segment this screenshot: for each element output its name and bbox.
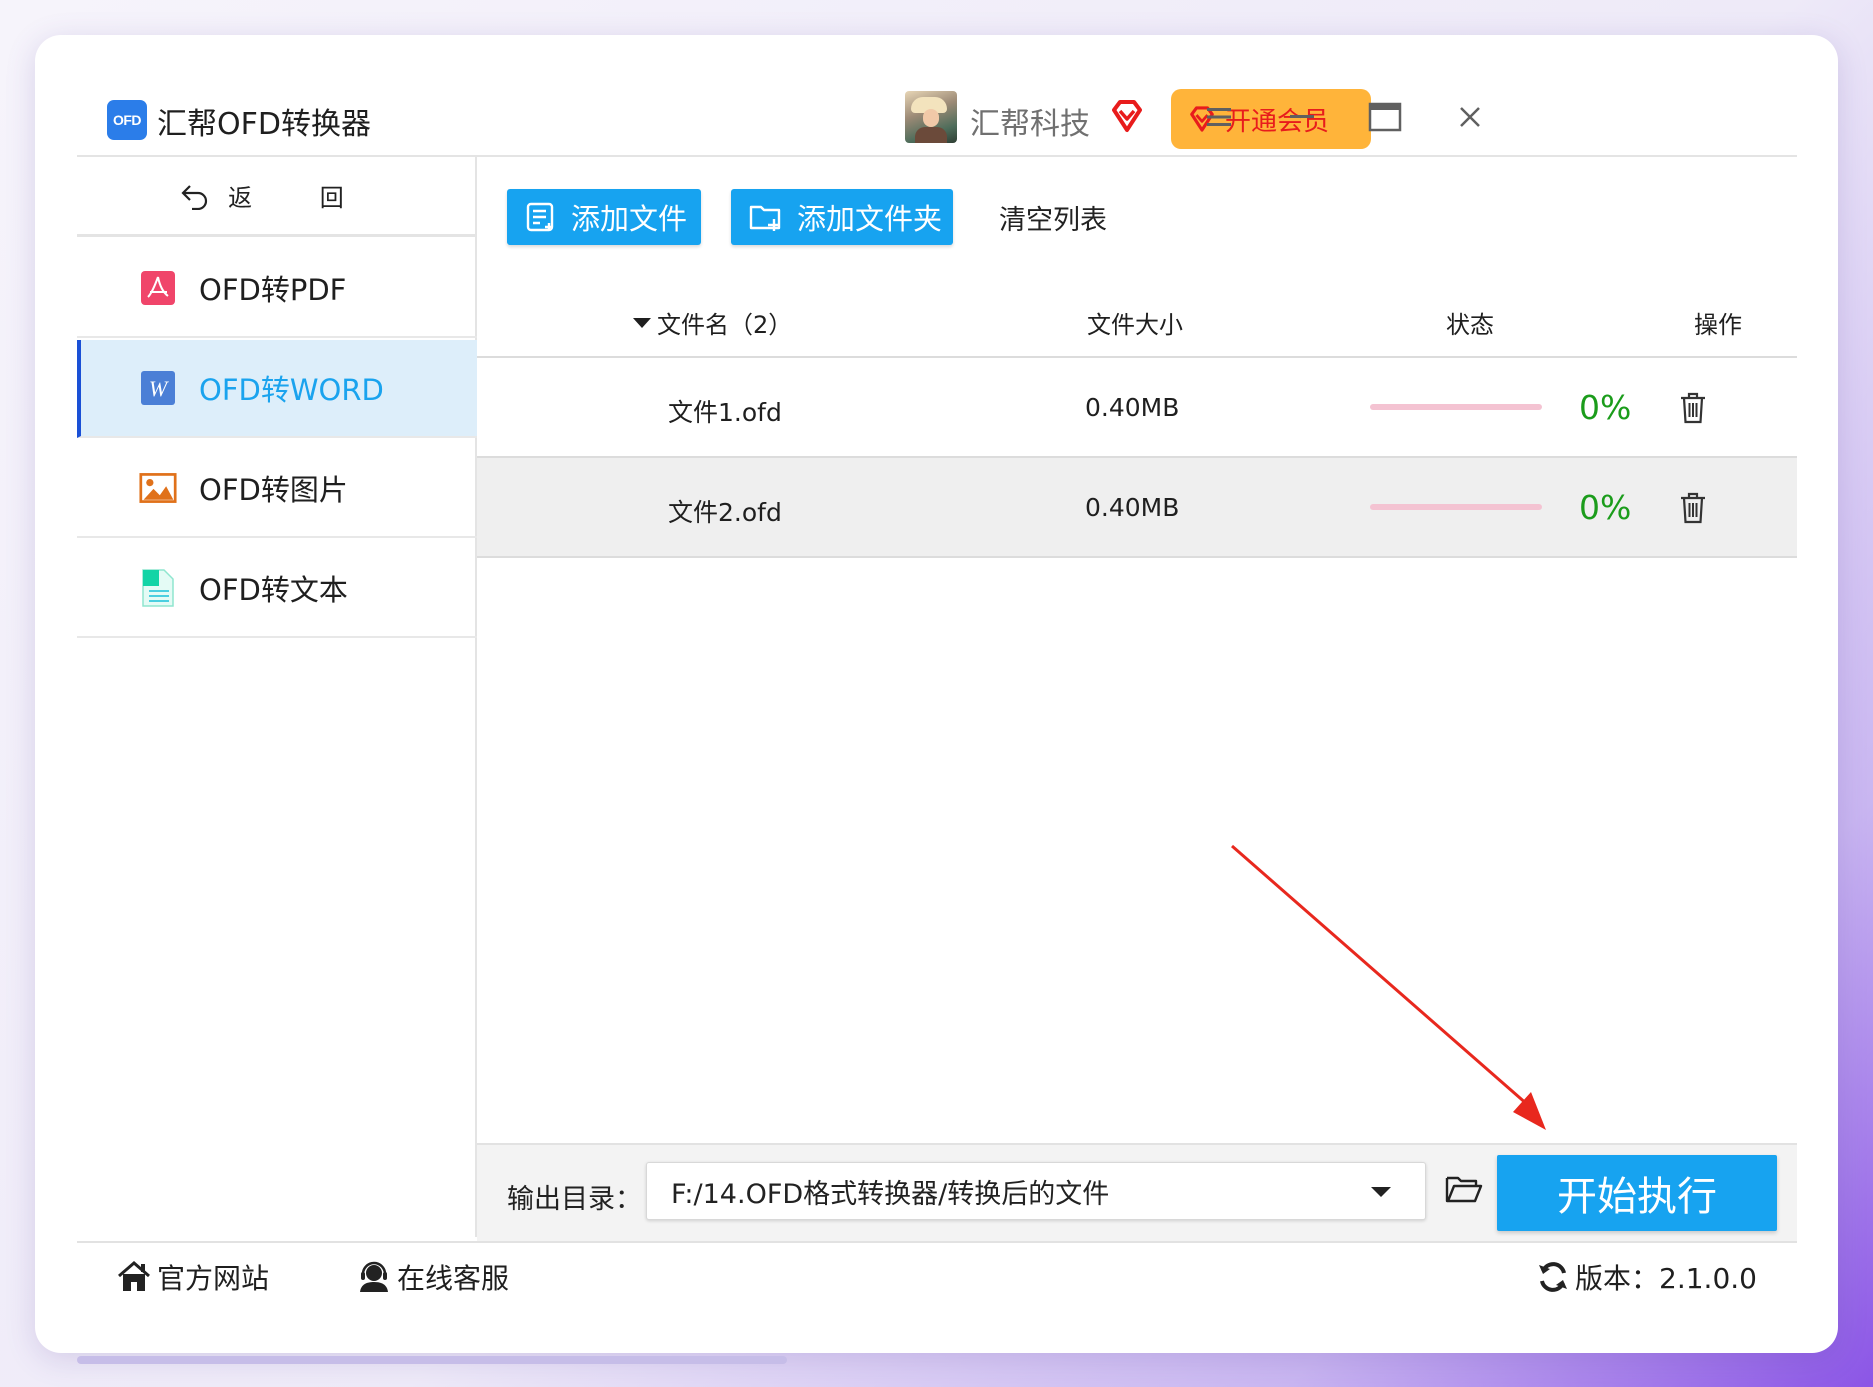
add-file-button[interactable]: 添加文件 (507, 189, 701, 245)
column-header-status: 状态 (1446, 311, 1494, 339)
text-doc-icon (139, 569, 177, 607)
add-folder-label: 添加文件夹 (797, 204, 943, 236)
column-header-action: 操作 (1694, 311, 1742, 339)
progress-percent: 0% (1579, 488, 1632, 527)
file-table-header: 文件名（2） 文件大小 状态 操作 (477, 283, 1797, 358)
column-header-size: 文件大小 (1087, 311, 1183, 339)
file-size-cell: 0.40MB (1085, 493, 1180, 522)
app-window: OFD 汇帮OFD转换器 汇帮科技 开通会员 返 回 OFD转PDF W OFD… (77, 77, 1797, 1310)
official-website-link[interactable]: 官方网站 (117, 1257, 269, 1297)
back-label: 返 回 (228, 184, 374, 212)
sort-down-icon (633, 317, 651, 328)
table-row[interactable]: 文件2.ofd 0.40MB 0% (477, 458, 1797, 558)
file-size-cell: 0.40MB (1085, 393, 1180, 422)
maximize-icon[interactable] (1363, 95, 1407, 139)
file-name-cell: 文件2.ofd (668, 498, 782, 527)
headset-icon (357, 1261, 391, 1293)
sidebar-item-label: OFD转图片 (199, 473, 348, 507)
open-folder-icon[interactable] (1442, 1169, 1486, 1209)
company-name: 汇帮科技 (970, 107, 1090, 142)
minimize-icon[interactable] (1280, 95, 1324, 139)
pdf-icon (139, 269, 177, 307)
sidebar-item-ofd-to-word[interactable]: W OFD转WORD (77, 340, 477, 438)
sidebar-item-label: OFD转文本 (199, 573, 348, 607)
sidebar-item-ofd-to-pdf[interactable]: OFD转PDF (77, 240, 477, 338)
avatar[interactable] (905, 91, 957, 143)
word-icon: W (139, 369, 177, 407)
title-bar: OFD 汇帮OFD转换器 汇帮科技 开通会员 (77, 77, 1797, 157)
sidebar-item-ofd-to-text[interactable]: OFD转文本 (77, 540, 477, 638)
add-file-icon (525, 201, 557, 233)
footer: 官方网站 在线客服 版本：2.1.0.0 (77, 1241, 1797, 1310)
output-bar: 输出目录： F:/14.OFD格式转换器/转换后的文件 开始执行 (477, 1143, 1797, 1241)
back-button[interactable]: 返 回 (77, 157, 477, 237)
sidebar-item-label: OFD转WORD (199, 373, 384, 407)
sidebar: 返 回 OFD转PDF W OFD转WORD OFD转图片 OFD转文本 (77, 157, 477, 1237)
app-logo: OFD (107, 100, 147, 140)
output-dir-label: 输出目录： (507, 1184, 642, 1215)
progress-bar (1370, 504, 1542, 510)
add-folder-button[interactable]: 添加文件夹 (731, 189, 953, 245)
add-folder-icon (749, 201, 783, 233)
clear-list-button[interactable]: 清空列表 (999, 195, 1107, 239)
refresh-icon (1537, 1261, 1569, 1293)
online-support-link[interactable]: 在线客服 (357, 1257, 509, 1297)
sidebar-item-ofd-to-image[interactable]: OFD转图片 (77, 440, 477, 538)
add-file-label: 添加文件 (571, 204, 688, 236)
home-icon (117, 1261, 151, 1293)
chevron-down-icon (1371, 1187, 1391, 1197)
app-title: 汇帮OFD转换器 (157, 107, 371, 142)
sidebar-item-label: OFD转PDF (199, 273, 347, 307)
image-icon (139, 469, 177, 507)
start-button[interactable]: 开始执行 (1497, 1155, 1777, 1231)
table-row[interactable]: 文件1.ofd 0.40MB 0% (477, 358, 1797, 458)
vip-diamond-icon (1108, 97, 1146, 135)
output-path-select[interactable]: F:/14.OFD格式转换器/转换后的文件 (646, 1162, 1426, 1220)
back-arrow-icon (180, 182, 210, 210)
version-info[interactable]: 版本：2.1.0.0 (1537, 1257, 1757, 1297)
horizontal-scrollbar[interactable] (77, 1356, 787, 1364)
output-path-value: F:/14.OFD格式转换器/转换后的文件 (671, 1178, 1110, 1210)
svg-text:W: W (149, 376, 169, 401)
column-header-filename[interactable]: 文件名（2） (633, 305, 792, 340)
progress-percent: 0% (1579, 388, 1632, 427)
delete-icon[interactable] (1675, 488, 1711, 528)
progress-bar (1370, 404, 1542, 410)
delete-icon[interactable] (1675, 388, 1711, 428)
close-icon[interactable] (1448, 95, 1492, 139)
menu-icon[interactable] (1197, 95, 1241, 139)
file-name-cell: 文件1.ofd (668, 398, 782, 427)
